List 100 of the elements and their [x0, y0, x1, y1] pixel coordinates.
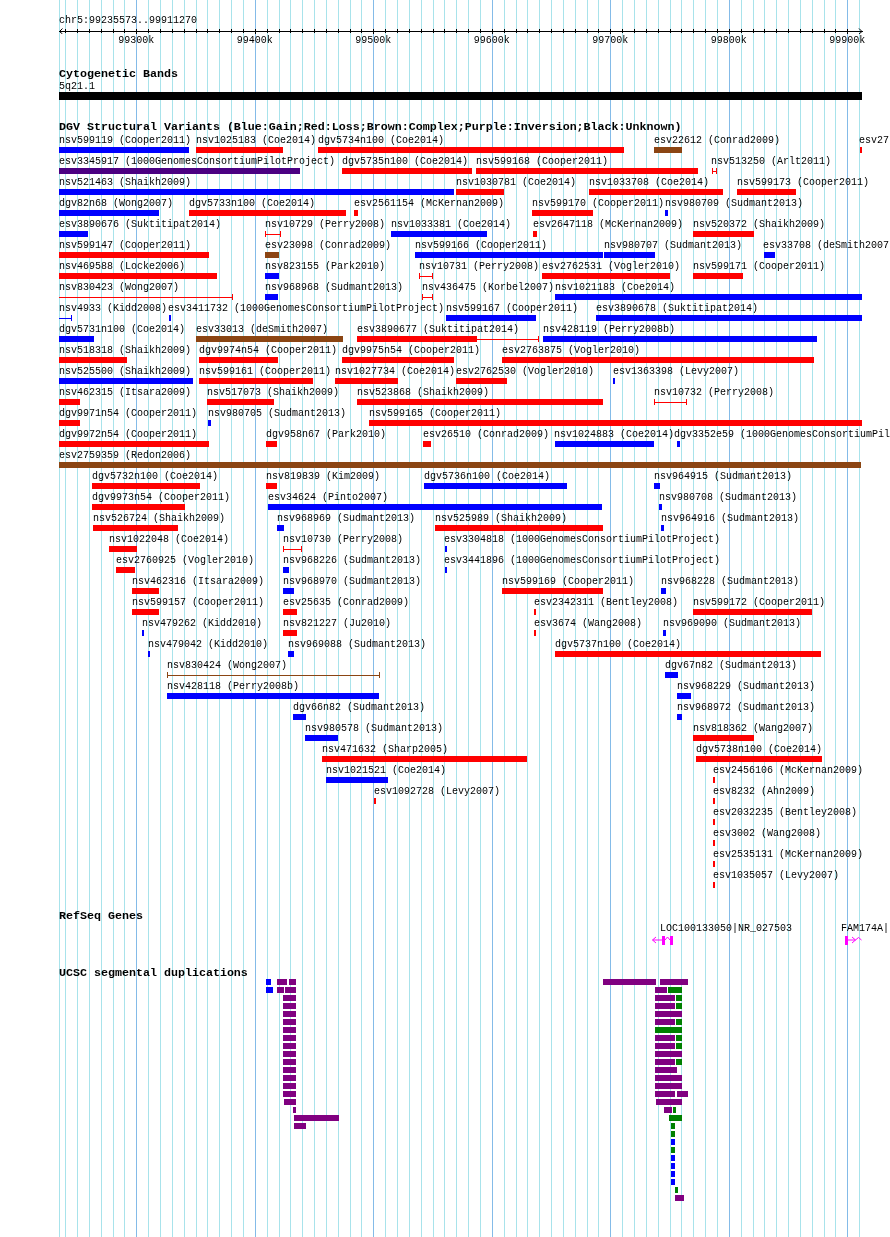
gene-label: FAM174A|: [841, 923, 889, 934]
variant-label: dgv5734n100 (Coe2014): [318, 134, 445, 147]
variant-label: nsv969088 (Sudmant2013): [288, 638, 427, 651]
variant-label: nsv469588 (Locke2006): [59, 260, 186, 273]
variant-label: esv2762530 (Vogler2010): [456, 365, 595, 378]
variant-label: esv25635 (Conrad2009): [283, 596, 410, 609]
variant-label: esv2759359 (Redon2006): [59, 449, 192, 462]
variant-label: nsv10730 (Perry2008): [283, 533, 404, 546]
variant-label: nsv599172 (Cooper2011): [693, 596, 826, 609]
variant-label: nsv462315 (Itsara2009): [59, 386, 192, 399]
variant-label: dgv958n67 (Park2010): [266, 428, 387, 441]
variant-label: nsv520372 (Shaikh2009): [693, 218, 826, 231]
ruler-tick-label: 99300k: [118, 34, 155, 47]
variant-label: dgv9972n54 (Cooper2011): [59, 428, 198, 441]
ruler-tick-label: 99500k: [355, 34, 392, 47]
variant-label: esv33708 (deSmith2007: [763, 239, 890, 252]
variant-label: nsv10729 (Perry2008): [265, 218, 386, 231]
variant-label: esv2647118 (McKernan2009): [533, 218, 684, 231]
track-title: RefSeq Genes: [59, 910, 143, 923]
variant-label: esv2032235 (Bentley2008): [713, 806, 858, 819]
variant-label: nsv980578 (Sudmant2013): [305, 722, 444, 735]
variant-label: esv3411732 (1000GenomesConsortiumPilotProject): [168, 302, 445, 315]
variant-label: esv3345917 (1000GenomesConsortiumPilotProject): [59, 155, 336, 168]
variant-label: esv3890678 (Suktitipat2014): [596, 302, 759, 315]
variant-label: nsv471632 (Sharp2005): [322, 743, 449, 756]
variant-label: dgv5732n100 (Coe2014): [92, 470, 219, 483]
variant-label: nsv525989 (Shaikh2009): [435, 512, 568, 525]
variant-label: dgv5735n100 (Coe2014): [342, 155, 469, 168]
variant-label: nsv1030781 (Coe2014): [456, 176, 577, 189]
band-label: 5q21.1: [59, 81, 95, 92]
variant-label: esv26510 (Conrad2009): [423, 428, 550, 441]
track-title: Cytogenetic Bands: [59, 68, 178, 81]
variant-label: nsv821227 (Ju2010): [283, 617, 392, 630]
variant-label: esv2561154 (McKernan2009): [354, 197, 505, 210]
variant-label: nsv830424 (Wong2007): [167, 659, 288, 672]
variant-label: nsv964915 (Sudmant2013): [654, 470, 793, 483]
ruler-tick-label: 99600k: [473, 34, 510, 47]
variant-label: esv3890677 (Suktitipat2014): [357, 323, 520, 336]
variant-label: nsv980709 (Sudmant2013): [665, 197, 804, 210]
variant-label: nsv599165 (Cooper2011): [369, 407, 502, 420]
variant-label: nsv526724 (Shaikh2009): [93, 512, 226, 525]
ruler-tick-label: 99900k: [829, 34, 866, 47]
variant-label: nsv830423 (Wong2007): [59, 281, 180, 294]
variant-label: esv8232 (Ahn2009): [713, 785, 816, 798]
variant-label: esv23098 (Conrad2009): [265, 239, 392, 252]
variant-label: esv2760925 (Vogler2010): [116, 554, 255, 567]
variant-label: nsv513250 (Arlt2011): [711, 155, 832, 168]
variant-label: nsv479042 (Kidd2010): [148, 638, 269, 651]
variant-label: nsv1033381 (Coe2014): [391, 218, 512, 231]
variant-label: nsv517073 (Shaikh2009): [207, 386, 340, 399]
variant-label: dgv5737n100 (Coe2014): [555, 638, 682, 651]
variant-label: dgv9974n54 (Cooper2011): [199, 344, 338, 357]
variant-label: dgv67n82 (Sudmant2013): [665, 659, 798, 672]
variant-label: dgv5733n100 (Coe2014): [189, 197, 316, 210]
variant-label: dgv5731n100 (Coe2014): [59, 323, 186, 336]
variant-label: nsv1025183 (Coe2014): [196, 134, 317, 147]
variant-label: nsv462316 (Itsara2009): [132, 575, 265, 588]
variant-label: nsv818362 (Wang2007): [693, 722, 814, 735]
variant-label: esv3002 (Wang2008): [713, 827, 822, 840]
variant-label: nsv436475 (Korbel2007): [422, 281, 555, 294]
variant-label: nsv523868 (Shaikh2009): [357, 386, 490, 399]
variant-label: nsv599157 (Cooper2011): [132, 596, 265, 609]
variant-label: nsv819839 (Kim2009): [266, 470, 381, 483]
variant-label: nsv521463 (Shaikh2009): [59, 176, 192, 189]
variant-label: nsv428118 (Perry2008b): [167, 680, 300, 693]
variant-label: esv34624 (Pinto2007): [268, 491, 389, 504]
variant-label: esv27: [859, 134, 889, 147]
variant-label: nsv1021521 (Coe2014): [326, 764, 447, 777]
variant-label: nsv968969 (Sudmant2013): [277, 512, 416, 525]
variant-label: nsv599147 (Cooper2011): [59, 239, 192, 252]
variant-label: nsv1024883 (Coe2014): [554, 428, 675, 441]
variant-label: nsv518318 (Shaikh2009): [59, 344, 192, 357]
variant-label: esv33013 (deSmith2007): [196, 323, 329, 336]
variant-label: esv2456106 (McKernan2009): [713, 764, 864, 777]
variant-label: nsv599161 (Cooper2011): [199, 365, 332, 378]
variant-label: nsv599119 (Cooper2011): [59, 134, 192, 147]
variant-label: nsv428119 (Perry2008b): [543, 323, 676, 336]
variant-label: nsv1033708 (Coe2014): [589, 176, 710, 189]
ruler-tick-label: 99700k: [592, 34, 629, 47]
variant-label: dgv9971n54 (Cooper2011): [59, 407, 198, 420]
variant-label: nsv968229 (Sudmant2013): [677, 680, 816, 693]
ruler-tick-label: 99800k: [710, 34, 747, 47]
variant-label: esv3441896 (1000GenomesConsortiumPilotProject): [444, 554, 721, 567]
ruler-tick-label: 99400k: [236, 34, 273, 47]
variant-label: esv1092728 (Levy2007): [374, 785, 501, 798]
variant-label: nsv823155 (Park2010): [265, 260, 386, 273]
track-title: UCSC segmental duplications: [59, 967, 248, 979]
gene-label: LOC100133050|NR_027503: [660, 923, 793, 934]
variant-label: esv2342311 (Bentley2008): [534, 596, 679, 609]
variant-label: nsv10731 (Perry2008): [419, 260, 540, 273]
variant-label: esv3890676 (Suktitipat2014): [59, 218, 222, 231]
variant-label: nsv479262 (Kidd2010): [142, 617, 263, 630]
variant-label: nsv599170 (Cooper2011): [532, 197, 665, 210]
variant-label: nsv4933 (Kidd2008): [59, 302, 168, 315]
variant-label: nsv968972 (Sudmant2013): [677, 701, 816, 714]
variant-label: dgv3352e59 (1000GenomesConsortiumPil: [674, 428, 890, 441]
variant-label: nsv968970 (Sudmant2013): [283, 575, 422, 588]
variant-label: nsv968228 (Sudmant2013): [661, 575, 800, 588]
region-label: chr5:99235573..99911270: [59, 14, 198, 27]
variant-label: esv2762531 (Vogler2010): [542, 260, 681, 273]
